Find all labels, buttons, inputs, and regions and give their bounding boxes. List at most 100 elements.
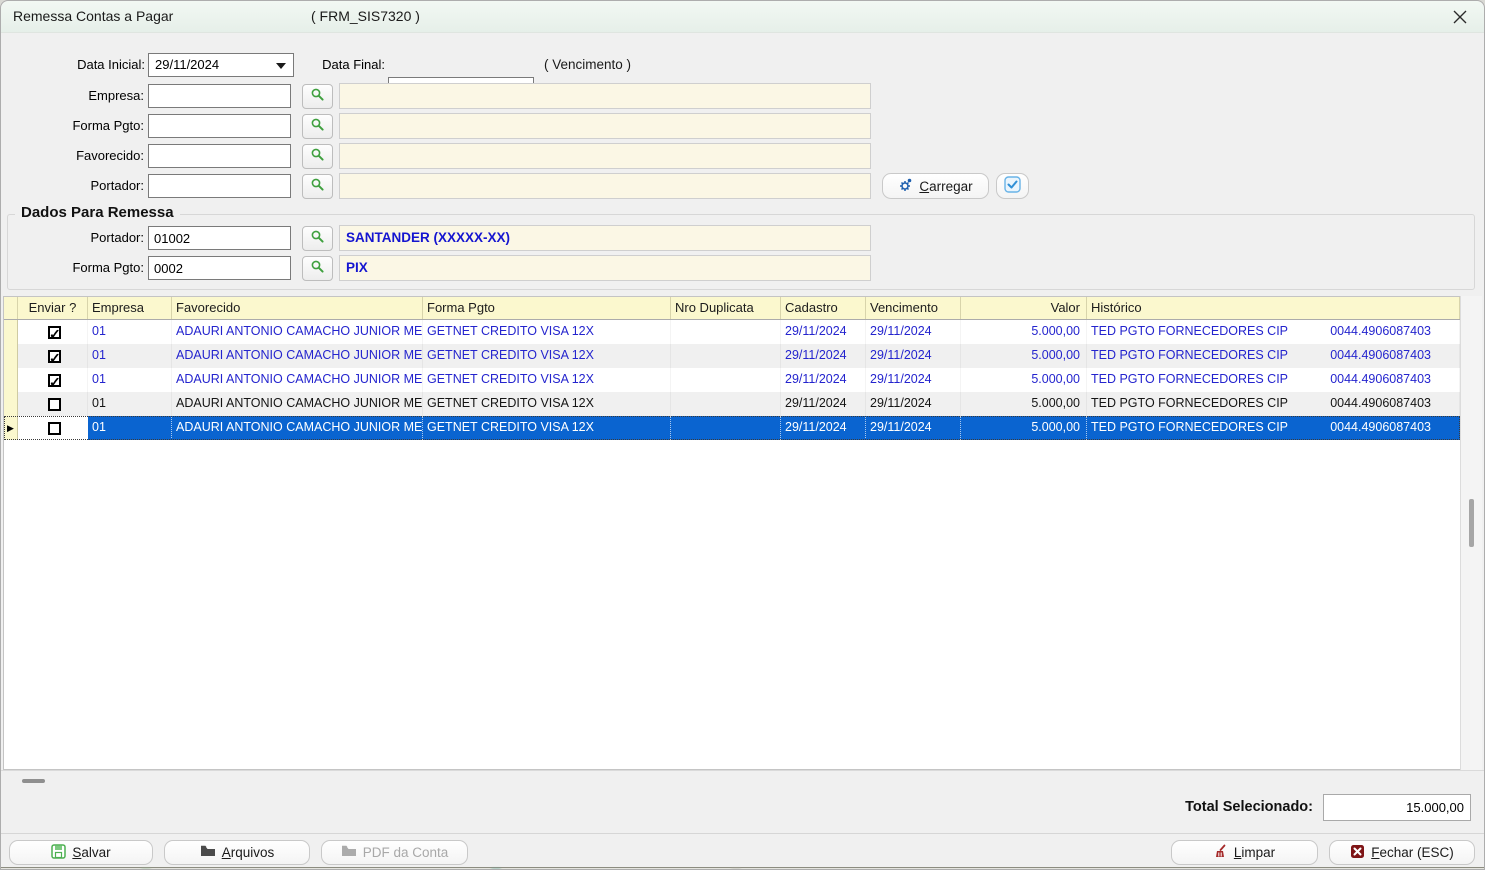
historico-text: TED PGTO FORNECEDORES CIP xyxy=(1091,392,1288,416)
select-all-button[interactable] xyxy=(996,173,1029,199)
data-inicial-label: Data Inicial: xyxy=(41,53,145,77)
cell-empresa: 01 xyxy=(88,416,172,440)
vencimento-note: ( Vencimento ) xyxy=(544,53,631,77)
empresa-search-button[interactable] xyxy=(302,84,333,109)
salvar-button[interactable]: Salvar xyxy=(9,840,153,865)
column-header-cadastro: Cadastro xyxy=(781,297,866,319)
pdf-da-conta-label: PDF da Conta xyxy=(363,845,449,860)
cell-cadastro: 29/11/2024 xyxy=(781,368,866,392)
cell-forma_pgto: GETNET CREDITO VISA 12X xyxy=(423,392,671,416)
dados-remessa-title: Dados Para Remessa xyxy=(15,204,180,221)
cell-cadastro: 29/11/2024 xyxy=(781,344,866,368)
enviar-checkbox[interactable] xyxy=(48,350,61,363)
data-inicial-value: 29/11/2024 xyxy=(155,57,219,72)
empresa-input[interactable] xyxy=(148,84,291,108)
column-header-historico: Histórico xyxy=(1087,297,1460,319)
indicator-column-header xyxy=(4,297,18,319)
chevron-down-icon[interactable] xyxy=(276,63,286,69)
remessa-forma-pgto-input[interactable] xyxy=(148,256,291,280)
cell-enviar xyxy=(18,344,88,368)
empresa-label: Empresa: xyxy=(21,84,144,108)
forma-pgto-search-button[interactable] xyxy=(302,114,333,139)
historico-text: TED PGTO FORNECEDORES CIP xyxy=(1091,416,1288,440)
table-row[interactable]: 01ADAURI ANTONIO CAMACHO JUNIOR MEGETNET… xyxy=(4,368,1460,392)
vertical-scrollbar[interactable] xyxy=(1460,296,1482,770)
carregar-button[interactable]: Carregar xyxy=(882,173,989,199)
cell-vencimento: 29/11/2024 xyxy=(866,344,961,368)
pdf-da-conta-button[interactable]: PDF da Conta xyxy=(321,840,468,865)
remessa-portador-label: Portador: xyxy=(21,226,144,250)
portador-search-button[interactable] xyxy=(302,174,333,199)
remessa-forma-pgto-search-button[interactable] xyxy=(302,256,333,281)
remessa-portador-input[interactable] xyxy=(148,226,291,250)
historico-reference: 0044.4906087403 xyxy=(1330,320,1459,344)
search-icon xyxy=(310,177,325,197)
cell-valor: 5.000,00 xyxy=(961,320,1087,344)
historico-reference: 0044.4906087403 xyxy=(1330,368,1459,392)
cell-nro_duplicata xyxy=(671,392,781,416)
arquivos-button[interactable]: Arquivos xyxy=(164,840,310,865)
button-bar: Salvar Arquivos PDF da Conta Limpar Fech… xyxy=(1,833,1484,867)
cell-vencimento: 29/11/2024 xyxy=(866,368,961,392)
carregar-label: Carregar xyxy=(919,179,972,194)
scrollbar-thumb[interactable] xyxy=(1469,499,1474,547)
favorecido-search-button[interactable] xyxy=(302,144,333,169)
cell-nro_duplicata xyxy=(671,416,781,440)
column-header-vencimento: Vencimento xyxy=(866,297,961,319)
portador-label: Portador: xyxy=(21,174,144,198)
enviar-checkbox[interactable] xyxy=(48,374,61,387)
cell-valor: 5.000,00 xyxy=(961,416,1087,440)
column-header-forma_pgto: Forma Pgto xyxy=(423,297,671,319)
search-icon xyxy=(310,117,325,137)
total-selecionado-label: Total Selecionado: xyxy=(1081,799,1313,815)
forma-pgto-description-field xyxy=(339,113,871,139)
cell-forma_pgto: GETNET CREDITO VISA 12X xyxy=(423,320,671,344)
cell-historico: TED PGTO FORNECEDORES CIP 0044.4906087403 xyxy=(1087,392,1460,416)
enviar-checkbox[interactable] xyxy=(48,422,61,435)
table-row[interactable]: ▶01ADAURI ANTONIO CAMACHO JUNIOR MEGETNE… xyxy=(4,416,1460,440)
limpar-button[interactable]: Limpar xyxy=(1171,840,1318,865)
cell-vencimento: 29/11/2024 xyxy=(866,392,961,416)
column-header-favorecido: Favorecido xyxy=(172,297,423,319)
cell-nro_duplicata xyxy=(671,320,781,344)
historico-reference: 0044.4906087403 xyxy=(1330,392,1459,416)
folder-icon xyxy=(341,844,357,861)
historico-text: TED PGTO FORNECEDORES CIP xyxy=(1091,344,1288,368)
folder-icon xyxy=(200,844,216,861)
payments-grid: Enviar ?EmpresaFavorecidoForma PgtoNro D… xyxy=(3,296,1460,770)
enviar-checkbox[interactable] xyxy=(48,398,61,411)
cell-enviar xyxy=(18,320,88,344)
historico-text: TED PGTO FORNECEDORES CIP xyxy=(1091,368,1288,392)
table-row[interactable]: 01ADAURI ANTONIO CAMACHO JUNIOR MEGETNET… xyxy=(4,344,1460,368)
fechar-button[interactable]: Fechar (ESC) xyxy=(1329,840,1475,865)
arquivos-label: Arquivos xyxy=(222,845,275,860)
close-icon[interactable] xyxy=(1452,9,1468,25)
current-row-arrow-icon: ▶ xyxy=(4,416,18,440)
splitter-handle[interactable] xyxy=(22,779,45,783)
cell-vencimento: 29/11/2024 xyxy=(866,320,961,344)
empresa-description-field xyxy=(339,83,871,109)
title-bar[interactable]: Remessa Contas a Pagar ( FRM_SIS7320 ) xyxy=(1,1,1484,33)
forma-pgto-input[interactable] xyxy=(148,114,291,138)
cell-favorecido: ADAURI ANTONIO CAMACHO JUNIOR ME xyxy=(172,320,423,344)
cell-cadastro: 29/11/2024 xyxy=(781,392,866,416)
remessa-portador-name-field: SANTANDER (XXXXX-XX) xyxy=(339,225,871,251)
cell-historico: TED PGTO FORNECEDORES CIP0044.4906087403 xyxy=(1087,344,1460,368)
favorecido-input[interactable] xyxy=(148,144,291,168)
portador-input[interactable] xyxy=(148,174,291,198)
cell-forma_pgto: GETNET CREDITO VISA 12X xyxy=(423,344,671,368)
cell-enviar xyxy=(18,392,88,416)
search-icon xyxy=(310,147,325,167)
table-row[interactable]: 01ADAURI ANTONIO CAMACHO JUNIOR MEGETNET… xyxy=(4,320,1460,344)
data-inicial-combobox[interactable]: 29/11/2024 xyxy=(148,53,294,77)
remessa-portador-search-button[interactable] xyxy=(302,226,333,251)
row-indicator xyxy=(4,344,18,368)
save-floppy-icon xyxy=(51,844,66,862)
remessa-forma-pgto-name-field: PIX xyxy=(339,255,871,281)
table-row[interactable]: 01ADAURI ANTONIO CAMACHO JUNIOR MEGETNET… xyxy=(4,392,1460,416)
enviar-checkbox[interactable] xyxy=(48,326,61,339)
favorecido-label: Favorecido: xyxy=(21,144,144,168)
cell-favorecido: ADAURI ANTONIO CAMACHO JUNIOR ME xyxy=(172,368,423,392)
search-icon xyxy=(310,259,325,279)
forma-pgto-label: Forma Pgto: xyxy=(21,114,144,138)
